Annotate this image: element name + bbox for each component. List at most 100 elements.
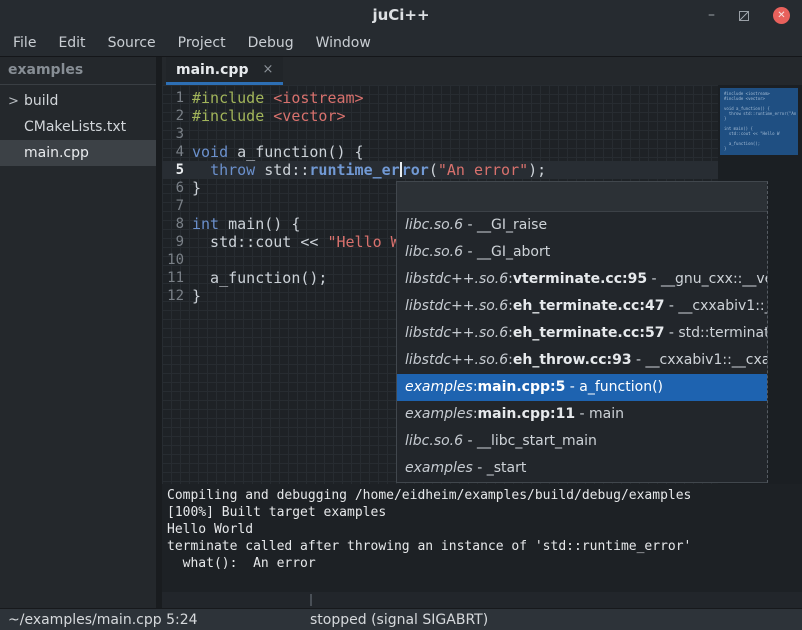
stack-frame-row[interactable]: examples:main.cpp:11 - main xyxy=(397,401,767,428)
stack-frame-row[interactable]: examples:main.cpp:5 - a_function() xyxy=(397,374,767,401)
code-token: void xyxy=(192,143,228,161)
line-number: 5 xyxy=(162,161,192,179)
menu-item-source[interactable]: Source xyxy=(97,30,167,56)
menu-item-project[interactable]: Project xyxy=(167,30,237,56)
code-token xyxy=(264,89,273,107)
code-editor[interactable]: 1#include <iostream>2#include <vector>34… xyxy=(162,85,802,484)
stack-frame-row[interactable]: libstdc++.so.6:vterminate.cc:95 - __gnu_… xyxy=(397,266,767,293)
code-token: main() { xyxy=(219,215,300,233)
code-token: } xyxy=(192,287,201,305)
code-text: #include <vector> xyxy=(192,107,346,125)
code-token: #include xyxy=(192,107,264,125)
code-token: std::cout << xyxy=(192,233,327,251)
menu-item-debug[interactable]: Debug xyxy=(237,30,305,56)
stack-frame-row[interactable]: libc.so.6 - __libc_start_main xyxy=(397,428,767,455)
status-debug-state: stopped (signal SIGABRT) xyxy=(310,612,488,628)
minimize-button[interactable]: – xyxy=(708,10,715,20)
tab-close-icon[interactable]: × xyxy=(262,62,273,77)
code-text: } xyxy=(192,287,201,305)
code-token: throw xyxy=(210,161,255,179)
stack-frame-function: - main xyxy=(575,406,624,422)
stack-frame-module: examples xyxy=(405,406,473,422)
stack-frame-module: libc.so.6 xyxy=(405,433,463,449)
chevron-right-icon[interactable]: > xyxy=(8,94,24,109)
code-line-4[interactable]: 4void a_function() { xyxy=(162,143,718,161)
stack-frame-location: eh_terminate.cc:47 xyxy=(513,298,665,314)
file-tree: >build CMakeLists.txt main.cpp xyxy=(0,85,156,166)
minimap-slider[interactable]: #include <iostream>#include <vector> voi… xyxy=(720,88,798,155)
code-line-2[interactable]: 2#include <vector> xyxy=(162,107,718,125)
project-name-header: examples xyxy=(0,57,156,85)
stack-frame-row[interactable]: libstdc++.so.6:eh_terminate.cc:47 - __cx… xyxy=(397,293,767,320)
tree-item-label: main.cpp xyxy=(24,145,89,161)
code-token: "An error" xyxy=(438,161,528,179)
stack-frame-location: eh_terminate.cc:57 xyxy=(513,325,665,341)
terminal-line: terminate called after throwing an insta… xyxy=(167,538,797,555)
code-token: ror xyxy=(402,161,429,179)
code-token: <iostream> xyxy=(273,89,363,107)
stack-frame-row[interactable]: libstdc++.so.6:eh_throw.cc:93 - __cxxabi… xyxy=(397,347,767,374)
code-token: a_function(); xyxy=(192,269,327,287)
stack-frame-row[interactable]: libc.so.6 - __GI_raise xyxy=(397,212,767,239)
tabbar: main.cpp × xyxy=(162,57,802,85)
restore-button[interactable] xyxy=(739,6,749,25)
code-line-5[interactable]: 5 throw std::runtime_error("An error"); xyxy=(162,161,718,179)
stack-frame-row[interactable]: libstdc++.so.6:eh_terminate.cc:57 - std:… xyxy=(397,320,767,347)
menu-item-edit[interactable]: Edit xyxy=(47,30,96,56)
line-number: 2 xyxy=(162,107,192,125)
code-token: a_function() { xyxy=(228,143,363,161)
stack-frame-module: libstdc++.so.6 xyxy=(405,271,508,287)
code-line-1[interactable]: 1#include <iostream> xyxy=(162,89,718,107)
pane-divider-horizontal[interactable] xyxy=(162,592,802,608)
code-token xyxy=(192,161,210,179)
stack-frame-function: - __gnu_cxx::__verbos xyxy=(647,271,767,287)
code-text: void a_function() { xyxy=(192,143,364,161)
stack-frame-location: eh_throw.cc:93 xyxy=(513,352,632,368)
minimap-line: } xyxy=(724,146,794,151)
terminal-output[interactable]: Compiling and debugging /home/eidheim/ex… xyxy=(162,484,802,592)
stack-frame-row[interactable]: examples - _start xyxy=(397,455,767,482)
divider-handle xyxy=(310,594,312,606)
stack-frame-module: libc.so.6 xyxy=(405,244,463,260)
restore-icon xyxy=(739,11,749,21)
code-token: } xyxy=(192,179,201,197)
tab-label: main.cpp xyxy=(176,62,248,78)
stack-frame-module: libc.so.6 xyxy=(405,217,463,233)
editor-pane: main.cpp × 1#include <iostream>2#include… xyxy=(162,57,802,608)
code-text: throw std::runtime_error("An error"); xyxy=(192,161,546,179)
line-number: 7 xyxy=(162,197,192,215)
stack-frame-module: examples xyxy=(405,460,473,476)
stack-frame-function: - std::terminate() xyxy=(664,325,767,341)
stack-frame-list: libc.so.6 - __GI_raiselibc.so.6 - __GI_a… xyxy=(397,212,767,482)
tree-item-label: build xyxy=(24,93,58,109)
stack-frame-location: vterminate.cc:95 xyxy=(513,271,647,287)
minimap-line: throw std::runtime_error("An error"); xyxy=(724,111,794,116)
close-button[interactable]: ✕ xyxy=(773,7,790,24)
code-token: ( xyxy=(429,161,438,179)
stack-frame-location: main.cpp:11 xyxy=(478,406,576,422)
terminal-line: what(): An error xyxy=(167,555,797,572)
menu-item-window[interactable]: Window xyxy=(305,30,382,56)
titlebar[interactable]: juCi++ – ✕ xyxy=(0,0,802,30)
terminal-line: [100%] Built target examples xyxy=(167,504,797,521)
stack-frame-module: libstdc++.so.6 xyxy=(405,298,508,314)
tab-main-cpp[interactable]: main.cpp × xyxy=(166,57,283,85)
tree-item-cmakelists-txt[interactable]: CMakeLists.txt xyxy=(0,114,156,140)
statusbar: ~/examples/main.cpp 5:24 stopped (signal… xyxy=(0,608,802,630)
line-number: 1 xyxy=(162,89,192,107)
window-title: juCi++ xyxy=(372,6,429,24)
stack-frame-function: - _start xyxy=(473,460,527,476)
stack-frame-row[interactable]: libc.so.6 - __GI_abort xyxy=(397,239,767,266)
stack-popup-header xyxy=(397,182,767,212)
stack-frame-module: libstdc++.so.6 xyxy=(405,352,508,368)
menu-item-file[interactable]: File xyxy=(2,30,47,56)
code-token: std:: xyxy=(255,161,309,179)
code-line-3[interactable]: 3 xyxy=(162,125,718,143)
content-area: examples >build CMakeLists.txt main.cpp ma… xyxy=(0,57,802,608)
stack-frame-function: - __GI_abort xyxy=(463,244,550,260)
code-text: int main() { xyxy=(192,215,300,233)
tree-item-label: CMakeLists.txt xyxy=(24,119,126,135)
window-controls: – ✕ xyxy=(708,0,790,30)
tree-item-build[interactable]: >build xyxy=(0,88,156,114)
tree-item-main-cpp[interactable]: main.cpp xyxy=(0,140,156,166)
